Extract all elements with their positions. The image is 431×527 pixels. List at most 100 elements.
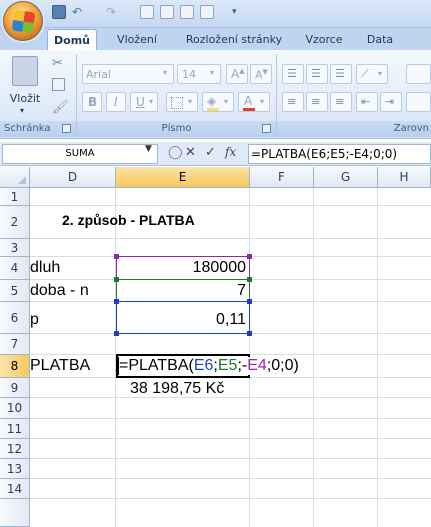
row-header-1[interactable]: 1: [0, 188, 30, 206]
row-header-3[interactable]: 3: [0, 239, 30, 257]
font-name-select[interactable]: Arial ▾: [82, 64, 174, 84]
name-box[interactable]: SUMA: [2, 144, 158, 164]
font-color-button[interactable]: A ▾: [238, 92, 270, 112]
align-middle-button[interactable]: ☰: [306, 64, 328, 84]
align-right-icon: ≡: [335, 95, 345, 108]
reference-handle[interactable]: [114, 254, 119, 259]
align-right-button[interactable]: ≡: [330, 92, 352, 112]
row-header-12[interactable]: 12: [0, 439, 30, 459]
column-header-h[interactable]: H: [378, 167, 431, 188]
reference-handle[interactable]: [247, 254, 252, 259]
row-header-9[interactable]: 9: [0, 378, 30, 398]
cut-icon[interactable]: ✂: [52, 56, 63, 71]
align-center-icon: ≡: [311, 95, 321, 108]
cell-d6[interactable]: p: [30, 311, 39, 329]
shrink-font-button[interactable]: A▼: [250, 64, 272, 84]
font-color-swatch: [243, 108, 255, 111]
row-header-8[interactable]: 8: [0, 355, 30, 378]
align-bottom-button[interactable]: ☰: [330, 64, 352, 84]
formula-input[interactable]: =PLATBA(E6;E5;-E4;0;0): [248, 144, 431, 164]
office-button[interactable]: [3, 1, 43, 41]
reference-handle[interactable]: [247, 331, 252, 336]
formula-ref-e6: E6: [193, 357, 214, 374]
reference-handle[interactable]: [114, 277, 119, 282]
redo-icon[interactable]: ↷: [106, 5, 120, 19]
fill-color-button[interactable]: ◈ ▾: [202, 92, 234, 112]
cell-d5[interactable]: doba - n: [30, 282, 89, 300]
cancel-formula-icon[interactable]: ◯: [168, 145, 183, 160]
chevron-down-icon[interactable]: ▼: [145, 144, 152, 154]
tab-page-layout[interactable]: Rozložení stránky: [178, 29, 290, 50]
decrease-indent-icon: ⇤: [361, 95, 371, 108]
spelling-icon[interactable]: [180, 5, 194, 19]
row-header-6[interactable]: 6: [0, 302, 30, 334]
bold-button[interactable]: B: [82, 92, 102, 112]
title-bar: ↶ ↷ ▾: [0, 0, 431, 41]
group-label-font: Písmo: [77, 121, 276, 137]
grow-font-button[interactable]: A▲: [226, 64, 248, 84]
column-header-d[interactable]: D: [30, 167, 116, 188]
reference-handle[interactable]: [247, 299, 252, 304]
print-preview-icon[interactable]: [140, 5, 154, 19]
format-painter-icon[interactable]: 🖌: [52, 100, 69, 115]
row-header-10[interactable]: 10: [0, 398, 30, 419]
borders-button[interactable]: ▾: [166, 92, 198, 112]
orientation-icon: ⟋: [361, 67, 369, 80]
merge-center-button[interactable]: [406, 92, 431, 112]
column-header-g[interactable]: G: [314, 167, 378, 188]
reference-handle[interactable]: [114, 331, 119, 336]
format-painter-icon[interactable]: [200, 5, 214, 19]
row-header-2[interactable]: 2: [0, 206, 30, 239]
font-name-value: Arial: [86, 68, 111, 81]
cell-d8[interactable]: PLATBA: [30, 357, 90, 375]
decrease-indent-button[interactable]: ⇤: [356, 92, 378, 112]
tab-data[interactable]: Data: [358, 29, 402, 50]
cell-d4[interactable]: dluh: [30, 259, 60, 277]
align-center-button[interactable]: ≡: [306, 92, 328, 112]
dialog-launcher-icon[interactable]: [62, 124, 71, 133]
wrap-text-button[interactable]: [406, 64, 431, 84]
save-icon[interactable]: [52, 5, 66, 19]
paste-button[interactable]: Vložit ▾: [6, 54, 44, 116]
align-bottom-icon: ☰: [335, 67, 345, 80]
close-icon[interactable]: ✕: [185, 145, 196, 160]
row-header-13[interactable]: 13: [0, 459, 30, 479]
column-header-e[interactable]: E: [116, 167, 250, 188]
reference-handle[interactable]: [114, 299, 119, 304]
row-header-15: [0, 499, 30, 527]
row-header-11[interactable]: 11: [0, 419, 30, 439]
formula-suffix: ;0;0): [266, 357, 299, 374]
row-header-4[interactable]: 4: [0, 257, 30, 280]
grid-line: [30, 498, 431, 499]
tab-home[interactable]: Domů: [47, 29, 97, 50]
cell-e8-formula[interactable]: =PLATBA(E6;E5;-E4;0;0): [119, 357, 299, 375]
cell-title[interactable]: 2. způsob - PLATBA: [62, 212, 195, 228]
font-size-select[interactable]: 14 ▾: [177, 64, 221, 84]
increase-indent-button[interactable]: ⇥: [380, 92, 402, 112]
formula-separator: ;-: [237, 357, 248, 374]
copy-icon[interactable]: [52, 78, 65, 91]
tab-formulas[interactable]: Vzorce: [298, 29, 350, 50]
dialog-launcher-icon[interactable]: [262, 124, 271, 133]
italic-button[interactable]: I: [106, 92, 126, 112]
align-top-icon: ☰: [287, 67, 297, 80]
cell-e9[interactable]: 38 198,75 Kč: [130, 380, 224, 398]
customize-icon[interactable]: ▾: [232, 5, 246, 19]
row-header-5[interactable]: 5: [0, 280, 30, 302]
row-header-14[interactable]: 14: [0, 479, 30, 499]
orientation-button[interactable]: ⟋ ▾: [356, 64, 388, 84]
italic-icon: I: [114, 95, 118, 109]
quick-print-icon[interactable]: [160, 5, 174, 19]
formula-bar: SUMA ▼ ◯ ✕ ✓ fx =PLATBA(E6;E5;-E4;0;0): [0, 142, 431, 166]
undo-icon[interactable]: ↶: [72, 5, 86, 19]
tab-insert[interactable]: Vložení: [106, 29, 168, 50]
formula-ref-e4: E4: [247, 357, 267, 374]
reference-handle[interactable]: [247, 277, 252, 282]
align-left-button[interactable]: ≡: [282, 92, 304, 112]
insert-function-icon[interactable]: fx: [225, 145, 236, 159]
align-top-button[interactable]: ☰: [282, 64, 304, 84]
row-header-7[interactable]: 7: [0, 334, 30, 355]
column-header-f[interactable]: F: [250, 167, 314, 188]
underline-button[interactable]: U ▾: [130, 92, 158, 112]
check-icon[interactable]: ✓: [205, 145, 216, 160]
